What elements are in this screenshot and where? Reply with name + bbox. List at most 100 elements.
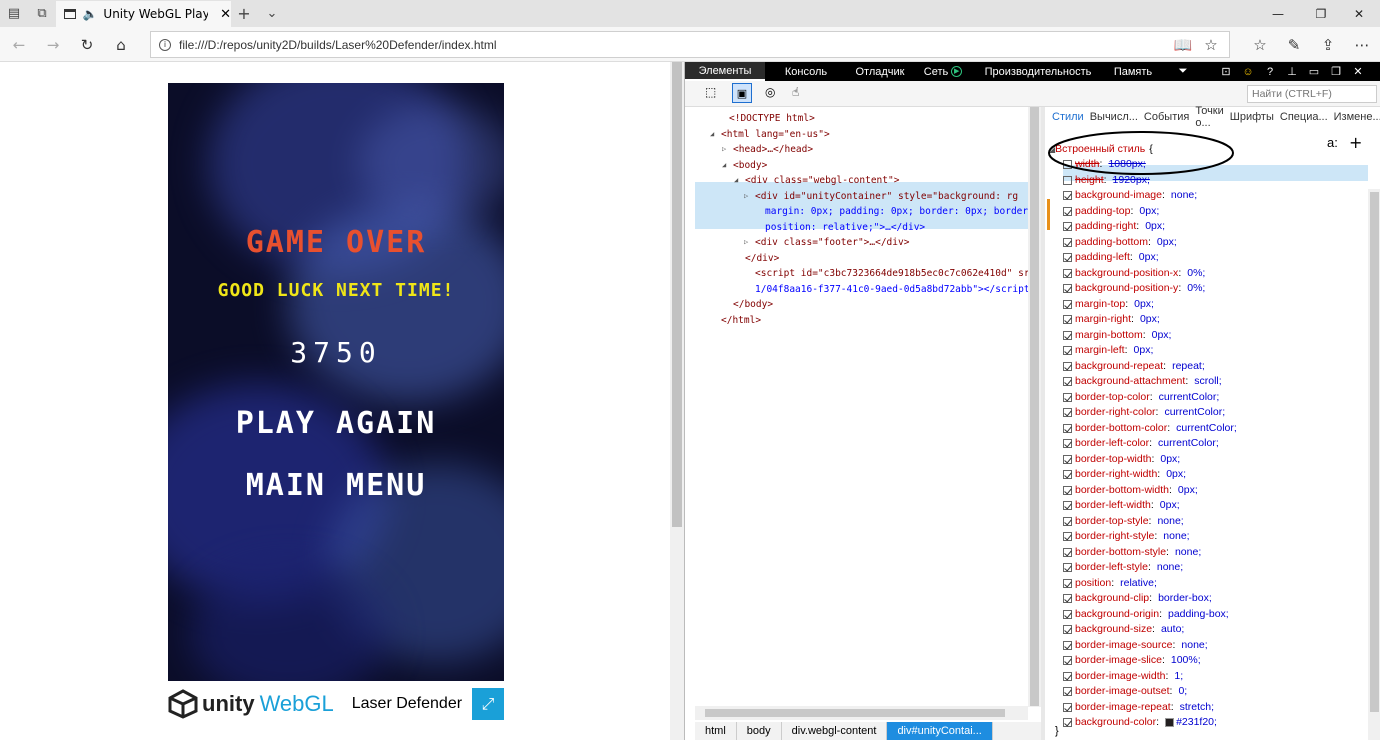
rule-value[interactable]: relative;: [1120, 576, 1157, 591]
tab-performance[interactable]: Производительность: [973, 62, 1103, 81]
rule-checkbox[interactable]: [1063, 237, 1072, 247]
rule-property[interactable]: padding-bottom: [1075, 235, 1148, 250]
rule-checkbox[interactable]: [1063, 563, 1072, 573]
tab-console[interactable]: Консоль: [765, 62, 847, 81]
undock-icon[interactable]: ❐: [1325, 62, 1347, 81]
expand-arrow-icon[interactable]: ◢: [722, 158, 726, 173]
tab-elements[interactable]: Элементы: [685, 62, 765, 81]
rule-checkbox[interactable]: [1063, 315, 1072, 325]
rule-property[interactable]: border-image-slice: [1075, 653, 1162, 668]
rule-checkbox[interactable]: [1063, 377, 1072, 387]
highlight-box-icon[interactable]: ▣: [732, 83, 752, 103]
styles-scrollbar-thumb[interactable]: [1370, 192, 1379, 712]
dom-line[interactable]: position: relative;">…</div>: [765, 220, 925, 235]
rule-checkbox[interactable]: [1063, 222, 1072, 232]
rule-checkbox[interactable]: [1063, 330, 1072, 340]
rule-checkbox[interactable]: [1063, 408, 1072, 418]
rule-value[interactable]: padding-box;: [1168, 607, 1229, 622]
rule-property[interactable]: border-left-width: [1075, 498, 1151, 513]
rule-property[interactable]: border-bottom-width: [1075, 483, 1169, 498]
expand-arrow-icon[interactable]: ▷: [744, 189, 748, 204]
play-again-button[interactable]: PLAY AGAIN: [168, 406, 504, 441]
rule-checkbox[interactable]: [1063, 625, 1072, 635]
rule-property[interactable]: border-image-repeat: [1075, 700, 1171, 715]
dom-line[interactable]: </body>: [733, 297, 773, 312]
new-tab-icon[interactable]: +: [230, 0, 258, 27]
rule-checkbox[interactable]: [1063, 532, 1072, 542]
rule-property[interactable]: padding-top: [1075, 204, 1130, 219]
rule-value[interactable]: 0px;: [1160, 452, 1180, 467]
chevron-down-icon[interactable]: ⌄: [258, 0, 286, 27]
rule-value[interactable]: 0%;: [1187, 266, 1205, 281]
pin-icon[interactable]: ⊥: [1281, 62, 1303, 81]
rule-value[interactable]: 0px;: [1145, 219, 1165, 234]
tab-preview-icon[interactable]: ▤: [0, 0, 28, 27]
dom-line[interactable]: ◢ <div class="webgl-content">: [734, 173, 899, 188]
rule-checkbox[interactable]: [1063, 671, 1072, 681]
rule-property[interactable]: background-origin: [1075, 607, 1159, 622]
tab-debugger[interactable]: Отладчик: [847, 62, 913, 81]
dom-line[interactable]: <script id="c3bc7323664de918b5ec0c7c062e…: [755, 266, 1028, 281]
rule-value[interactable]: border-box;: [1158, 591, 1212, 606]
dom-scrollbar-thumb[interactable]: [1030, 107, 1039, 706]
rule-property[interactable]: margin-bottom: [1075, 328, 1143, 343]
rule-value[interactable]: 0px;: [1134, 297, 1154, 312]
rule-property[interactable]: padding-right: [1075, 219, 1136, 234]
set-tabs-aside-icon[interactable]: ⧉: [28, 0, 56, 27]
refresh-icon[interactable]: ↻: [70, 27, 104, 62]
touch-icon[interactable]: ☝: [792, 85, 799, 99]
rule-property[interactable]: border-right-width: [1075, 467, 1157, 482]
more-tabs-icon[interactable]: ⏷: [1163, 62, 1203, 81]
close-devtools-icon[interactable]: ✕: [1347, 62, 1369, 81]
rule-value[interactable]: 0px;: [1139, 204, 1159, 219]
rule-checkbox[interactable]: [1063, 547, 1072, 557]
rule-property[interactable]: background-clip: [1075, 591, 1149, 606]
rule-checkbox[interactable]: [1063, 284, 1072, 294]
breadcrumb-webgl-content[interactable]: div.webgl-content: [782, 722, 888, 740]
rule-checkbox[interactable]: [1063, 423, 1072, 433]
rule-value[interactable]: currentColor;: [1159, 390, 1220, 405]
dom-line[interactable]: </div>: [745, 251, 779, 266]
rule-checkbox[interactable]: [1063, 191, 1072, 201]
rule-property[interactable]: border-top-width: [1075, 452, 1151, 467]
dom-line[interactable]: <!DOCTYPE html>: [729, 111, 815, 126]
address-bar[interactable]: i file:///D:/repos/unity2D/builds/Laser%…: [150, 31, 1230, 58]
rule-checkbox[interactable]: [1063, 439, 1072, 449]
rule-property[interactable]: border-image-outset: [1075, 684, 1170, 699]
expand-arrow-icon[interactable]: ◢: [734, 173, 738, 188]
rule-checkbox[interactable]: [1063, 206, 1072, 216]
rule-value[interactable]: scroll;: [1194, 374, 1221, 389]
rule-property[interactable]: margin-top: [1075, 297, 1125, 312]
forward-icon[interactable]: →: [36, 27, 70, 62]
rule-property[interactable]: background-repeat: [1075, 359, 1163, 374]
rule-value[interactable]: none;: [1181, 638, 1207, 653]
rule-value[interactable]: none;: [1175, 545, 1201, 560]
favorite-star-icon[interactable]: ☆: [1194, 27, 1228, 62]
color-swatch[interactable]: [1165, 718, 1175, 728]
dom-line[interactable]: ◢ <body>: [722, 158, 767, 173]
minimize-icon[interactable]: —: [1255, 0, 1301, 27]
rule-value[interactable]: 100%;: [1171, 653, 1201, 668]
rule-checkbox[interactable]: [1063, 299, 1072, 309]
rule-checkbox[interactable]: [1063, 454, 1072, 464]
rule-property[interactable]: background-position-x: [1075, 266, 1178, 281]
rule-checkbox[interactable]: [1063, 501, 1072, 511]
rule-value[interactable]: 0px;: [1152, 328, 1172, 343]
rule-value[interactable]: stretch;: [1180, 700, 1214, 715]
breadcrumb-unity-container[interactable]: div#unityContai...: [887, 722, 993, 740]
rule-property[interactable]: background-color: [1075, 715, 1156, 730]
feedback-smiley-icon[interactable]: ☺: [1237, 62, 1259, 81]
select-element-icon[interactable]: ⬚: [705, 85, 716, 99]
rule-checkbox[interactable]: [1063, 578, 1072, 588]
rule-property[interactable]: border-top-style: [1075, 514, 1149, 529]
rule-property[interactable]: position: [1075, 576, 1111, 591]
rule-property[interactable]: border-top-color: [1075, 390, 1150, 405]
expand-arrow-icon[interactable]: ▷: [722, 142, 726, 157]
audio-icon[interactable]: 🔈: [82, 7, 97, 21]
help-icon[interactable]: ?: [1259, 62, 1281, 81]
close-window-icon[interactable]: ✕: [1336, 0, 1380, 27]
rule-value[interactable]: none;: [1157, 514, 1183, 529]
home-icon[interactable]: ⌂: [104, 27, 138, 62]
rule-value[interactable]: 0px;: [1166, 467, 1186, 482]
browser-tab[interactable]: 🔈 Unity WebGL Playe ✕: [56, 1, 231, 27]
